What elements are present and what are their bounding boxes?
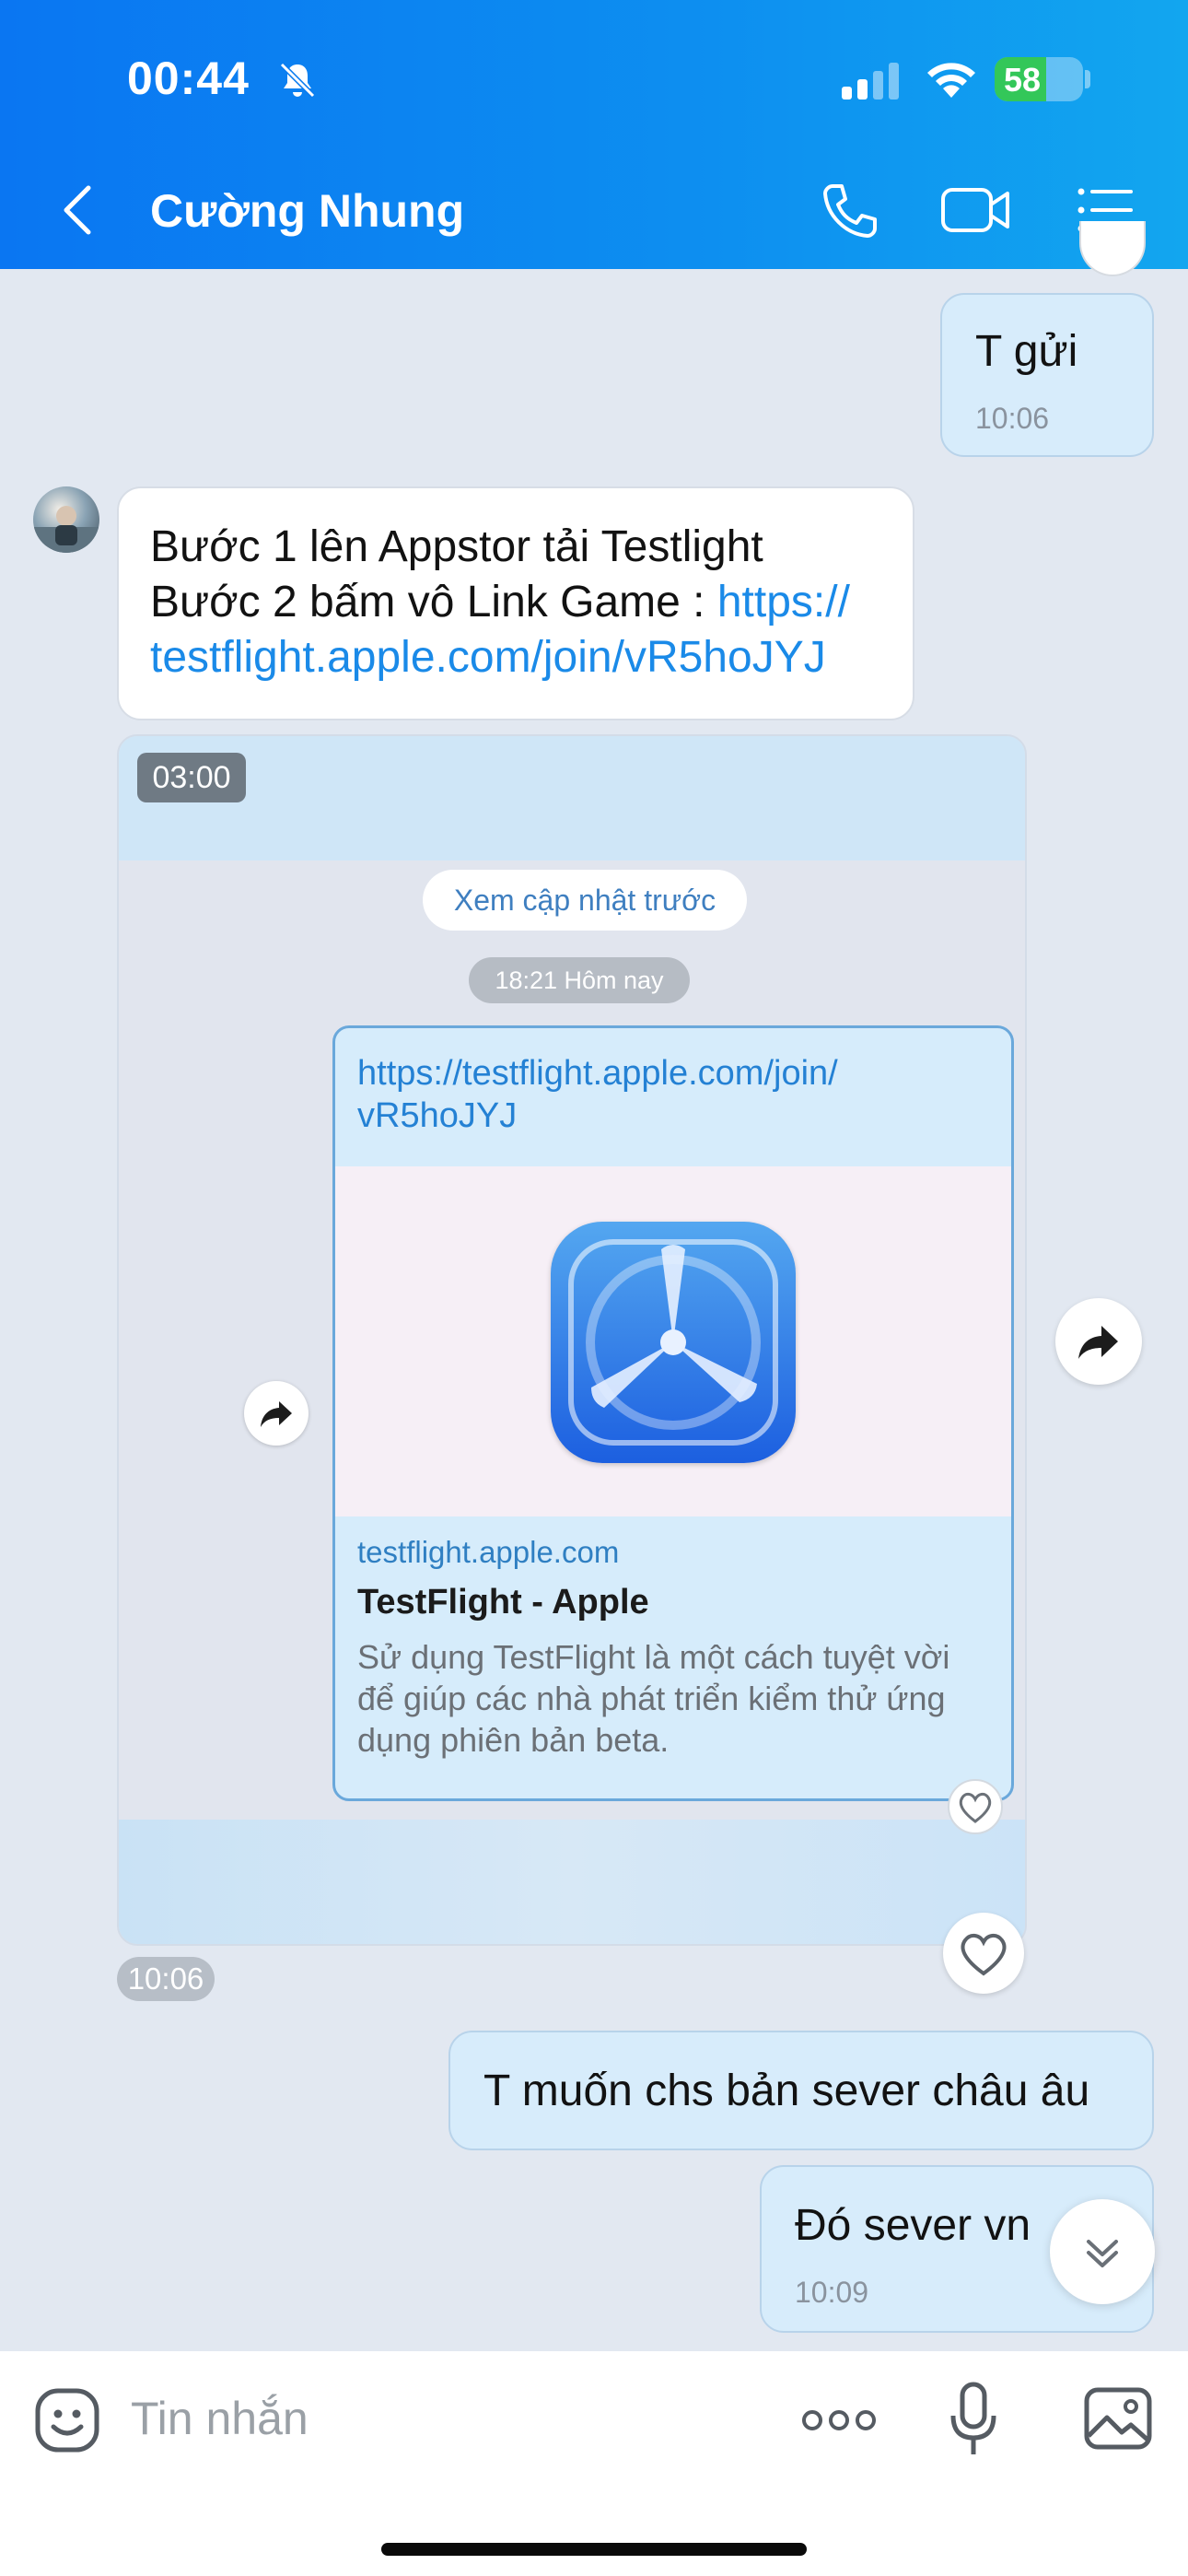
- message-text: T muốn chs bản sever châu âu: [483, 2067, 1090, 2115]
- mic-icon[interactable]: [949, 2381, 998, 2458]
- phone-icon[interactable]: [820, 181, 879, 240]
- link-preview-url: https://testflight.apple.com/join/ vR5ho…: [357, 1052, 993, 1137]
- avatar[interactable]: [33, 486, 99, 553]
- link-preview-description-line: dụng phiên bản beta.: [357, 1721, 670, 1759]
- message-line: Bước 2 bấm vô Link Game : https://: [150, 575, 905, 630]
- forward-icon: [244, 1381, 309, 1446]
- video-duration-badge: 03:00: [137, 753, 246, 802]
- link-preview-description-line: Sử dụng TestFlight là một cách tuyệt vời: [357, 1638, 950, 1676]
- forward-button[interactable]: [1055, 1298, 1142, 1385]
- link-preview-card: https://testflight.apple.com/join/ vR5ho…: [332, 1025, 1014, 1801]
- image-icon[interactable]: [1083, 2386, 1153, 2451]
- chat-header: 00:44 58 Cường Nhung: [0, 0, 1188, 269]
- message-input[interactable]: Tin nhắn: [131, 2392, 309, 2445]
- contact-name[interactable]: Cường Nhung: [150, 184, 464, 238]
- scroll-to-bottom-button[interactable]: [1050, 2199, 1155, 2304]
- home-indicator[interactable]: [381, 2543, 807, 2556]
- message-time-chip: 10:06: [117, 1957, 215, 2001]
- status-time: 00:44: [127, 53, 250, 104]
- message-text: T gửi: [975, 327, 1078, 376]
- video-call-icon[interactable]: [939, 181, 1013, 240]
- heart-icon: [948, 1779, 1003, 1834]
- message-time: 10:06: [975, 402, 1050, 435]
- battery-cap: [1085, 70, 1090, 88]
- link-preview-url-line: https://testflight.apple.com/join/: [357, 1054, 838, 1093]
- link-preview-domain: testflight.apple.com: [357, 1535, 620, 1569]
- reaction-heart-button[interactable]: [943, 1913, 1024, 1994]
- message-link[interactable]: https://: [717, 578, 850, 626]
- link-preview-description-line: để giúp các nhà phát triển kiểm thử ứng: [357, 1680, 946, 1717]
- older-updates-pill: Xem cập nhật trước: [423, 870, 747, 931]
- battery-percent: 58: [1004, 61, 1042, 99]
- sticker-icon[interactable]: [33, 2386, 101, 2454]
- received-message-bubble[interactable]: Bước 1 lên Appstor tải Testlight Bước 2 …: [117, 486, 914, 720]
- back-button[interactable]: [57, 181, 98, 240]
- sent-message-bubble[interactable]: T gửi 10:06: [940, 293, 1154, 457]
- message-text: Đó sever vn: [795, 2201, 1031, 2250]
- signal-icon: [840, 61, 904, 100]
- wifi-icon: [923, 57, 980, 100]
- sent-message-bubble[interactable]: T muốn chs bản sever châu âu: [448, 2031, 1154, 2150]
- message-line: Bước 1 lên Appstor tải Testlight: [150, 522, 763, 571]
- message-time: 10:09: [795, 2276, 869, 2309]
- link-preview-image: [335, 1166, 1011, 1516]
- link-preview-description: Sử dụng TestFlight là một cách tuyệt vời…: [357, 1636, 1002, 1761]
- message-line-text: Bước 2 bấm vô Link Game :: [150, 578, 717, 626]
- date-chip: 18:21 Hôm nay: [469, 957, 690, 1003]
- link-preview-title: TestFlight - Apple: [357, 1583, 649, 1622]
- battery-icon: 58: [995, 57, 1083, 101]
- shared-image[interactable]: 03:00 Xem cập nhật trước 18:21 Hôm nay h…: [117, 734, 1027, 1946]
- testflight-app-icon: [551, 1222, 796, 1463]
- more-icon[interactable]: [801, 2406, 877, 2434]
- link-preview-url-line: vR5hoJYJ: [357, 1096, 518, 1135]
- message-text: Bước 1 lên Appstor tải Testlight Bước 2 …: [150, 520, 905, 685]
- image-top-band: [119, 736, 1025, 861]
- message-link[interactable]: testflight.apple.com/join/vR5hoJYJ: [150, 630, 905, 685]
- bell-off-icon: [276, 59, 319, 101]
- image-bottom-band: [119, 1820, 1025, 1944]
